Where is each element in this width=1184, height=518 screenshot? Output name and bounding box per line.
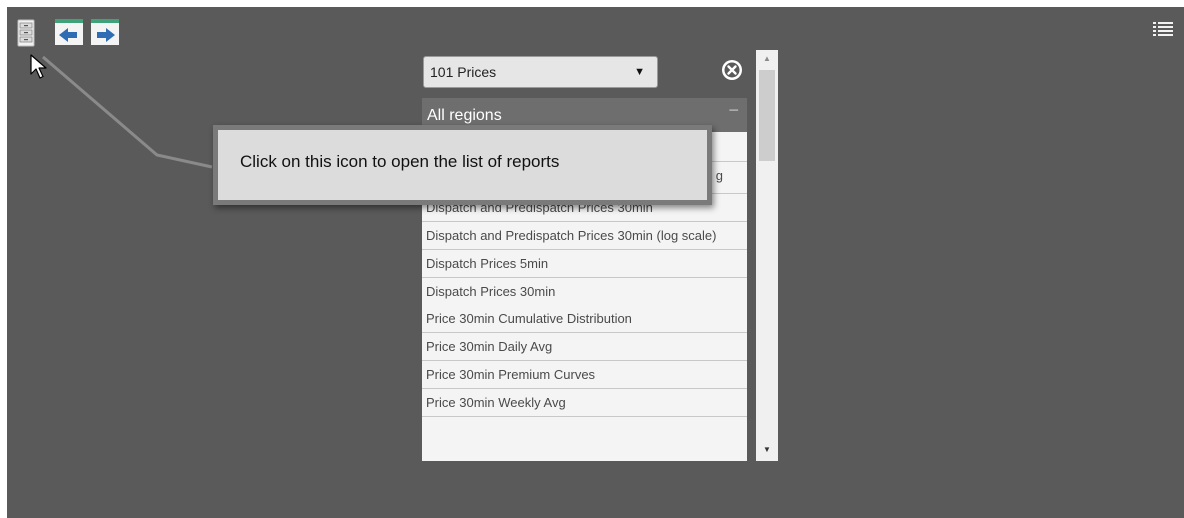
report-panel: 101 Prices ▼ All regions − g Dispatch an… bbox=[420, 50, 780, 461]
select-value: 101 Prices bbox=[430, 64, 497, 80]
collapse-icon[interactable]: − bbox=[728, 101, 739, 119]
chevron-down-icon: ▼ bbox=[634, 66, 645, 78]
list-item[interactable]: Price 30min Daily Avg bbox=[422, 333, 747, 361]
list-item[interactable]: Price 30min Premium Curves bbox=[422, 361, 747, 389]
list-item[interactable]: Price 30min Cumulative Distribution bbox=[422, 305, 747, 333]
reports-list-icon[interactable] bbox=[17, 19, 35, 47]
list-item[interactable]: Dispatch and Predispatch Prices 30min (l… bbox=[422, 222, 747, 250]
list-item[interactable]: Price 30min Weekly Avg bbox=[422, 389, 747, 417]
list-item-label: Price 30min Premium Curves bbox=[426, 367, 596, 382]
list-item-label: Price 30min Daily Avg bbox=[426, 339, 553, 354]
report-group-select[interactable]: 101 Prices ▼ bbox=[423, 56, 658, 88]
callout-text: Click on this icon to open the list of r… bbox=[240, 152, 560, 171]
scrollbar-thumb[interactable] bbox=[759, 70, 775, 161]
mouse-cursor-icon bbox=[30, 54, 47, 79]
list-item-label: Dispatch Prices 30min bbox=[426, 284, 556, 299]
region-header-label: All regions bbox=[427, 107, 502, 124]
forward-arrow-icon[interactable] bbox=[91, 19, 119, 45]
list-item-label: Dispatch Prices 5min bbox=[426, 256, 549, 271]
app-canvas: 101 Prices ▼ All regions − g Dispatch an… bbox=[7, 7, 1184, 518]
instruction-callout: Click on this icon to open the list of r… bbox=[213, 125, 712, 205]
back-arrow-icon[interactable] bbox=[55, 19, 83, 45]
list-item-label: Price 30min Weekly Avg bbox=[426, 395, 566, 410]
scroll-up-icon[interactable]: ▲ bbox=[756, 52, 778, 66]
list-item-label: Dispatch and Predispatch Prices 30min (l… bbox=[426, 228, 717, 243]
list-item[interactable]: Dispatch Prices 30min bbox=[422, 278, 747, 305]
list-item-label: g bbox=[715, 168, 723, 183]
list-item-label: Price 30min Cumulative Distribution bbox=[426, 311, 632, 326]
vertical-scrollbar[interactable]: ▲ ▼ bbox=[756, 50, 778, 461]
close-circle-icon[interactable] bbox=[720, 58, 744, 82]
list-menu-icon[interactable] bbox=[1153, 21, 1173, 39]
list-item[interactable]: Dispatch Prices 5min bbox=[422, 250, 747, 278]
scroll-down-icon[interactable]: ▼ bbox=[756, 443, 778, 457]
